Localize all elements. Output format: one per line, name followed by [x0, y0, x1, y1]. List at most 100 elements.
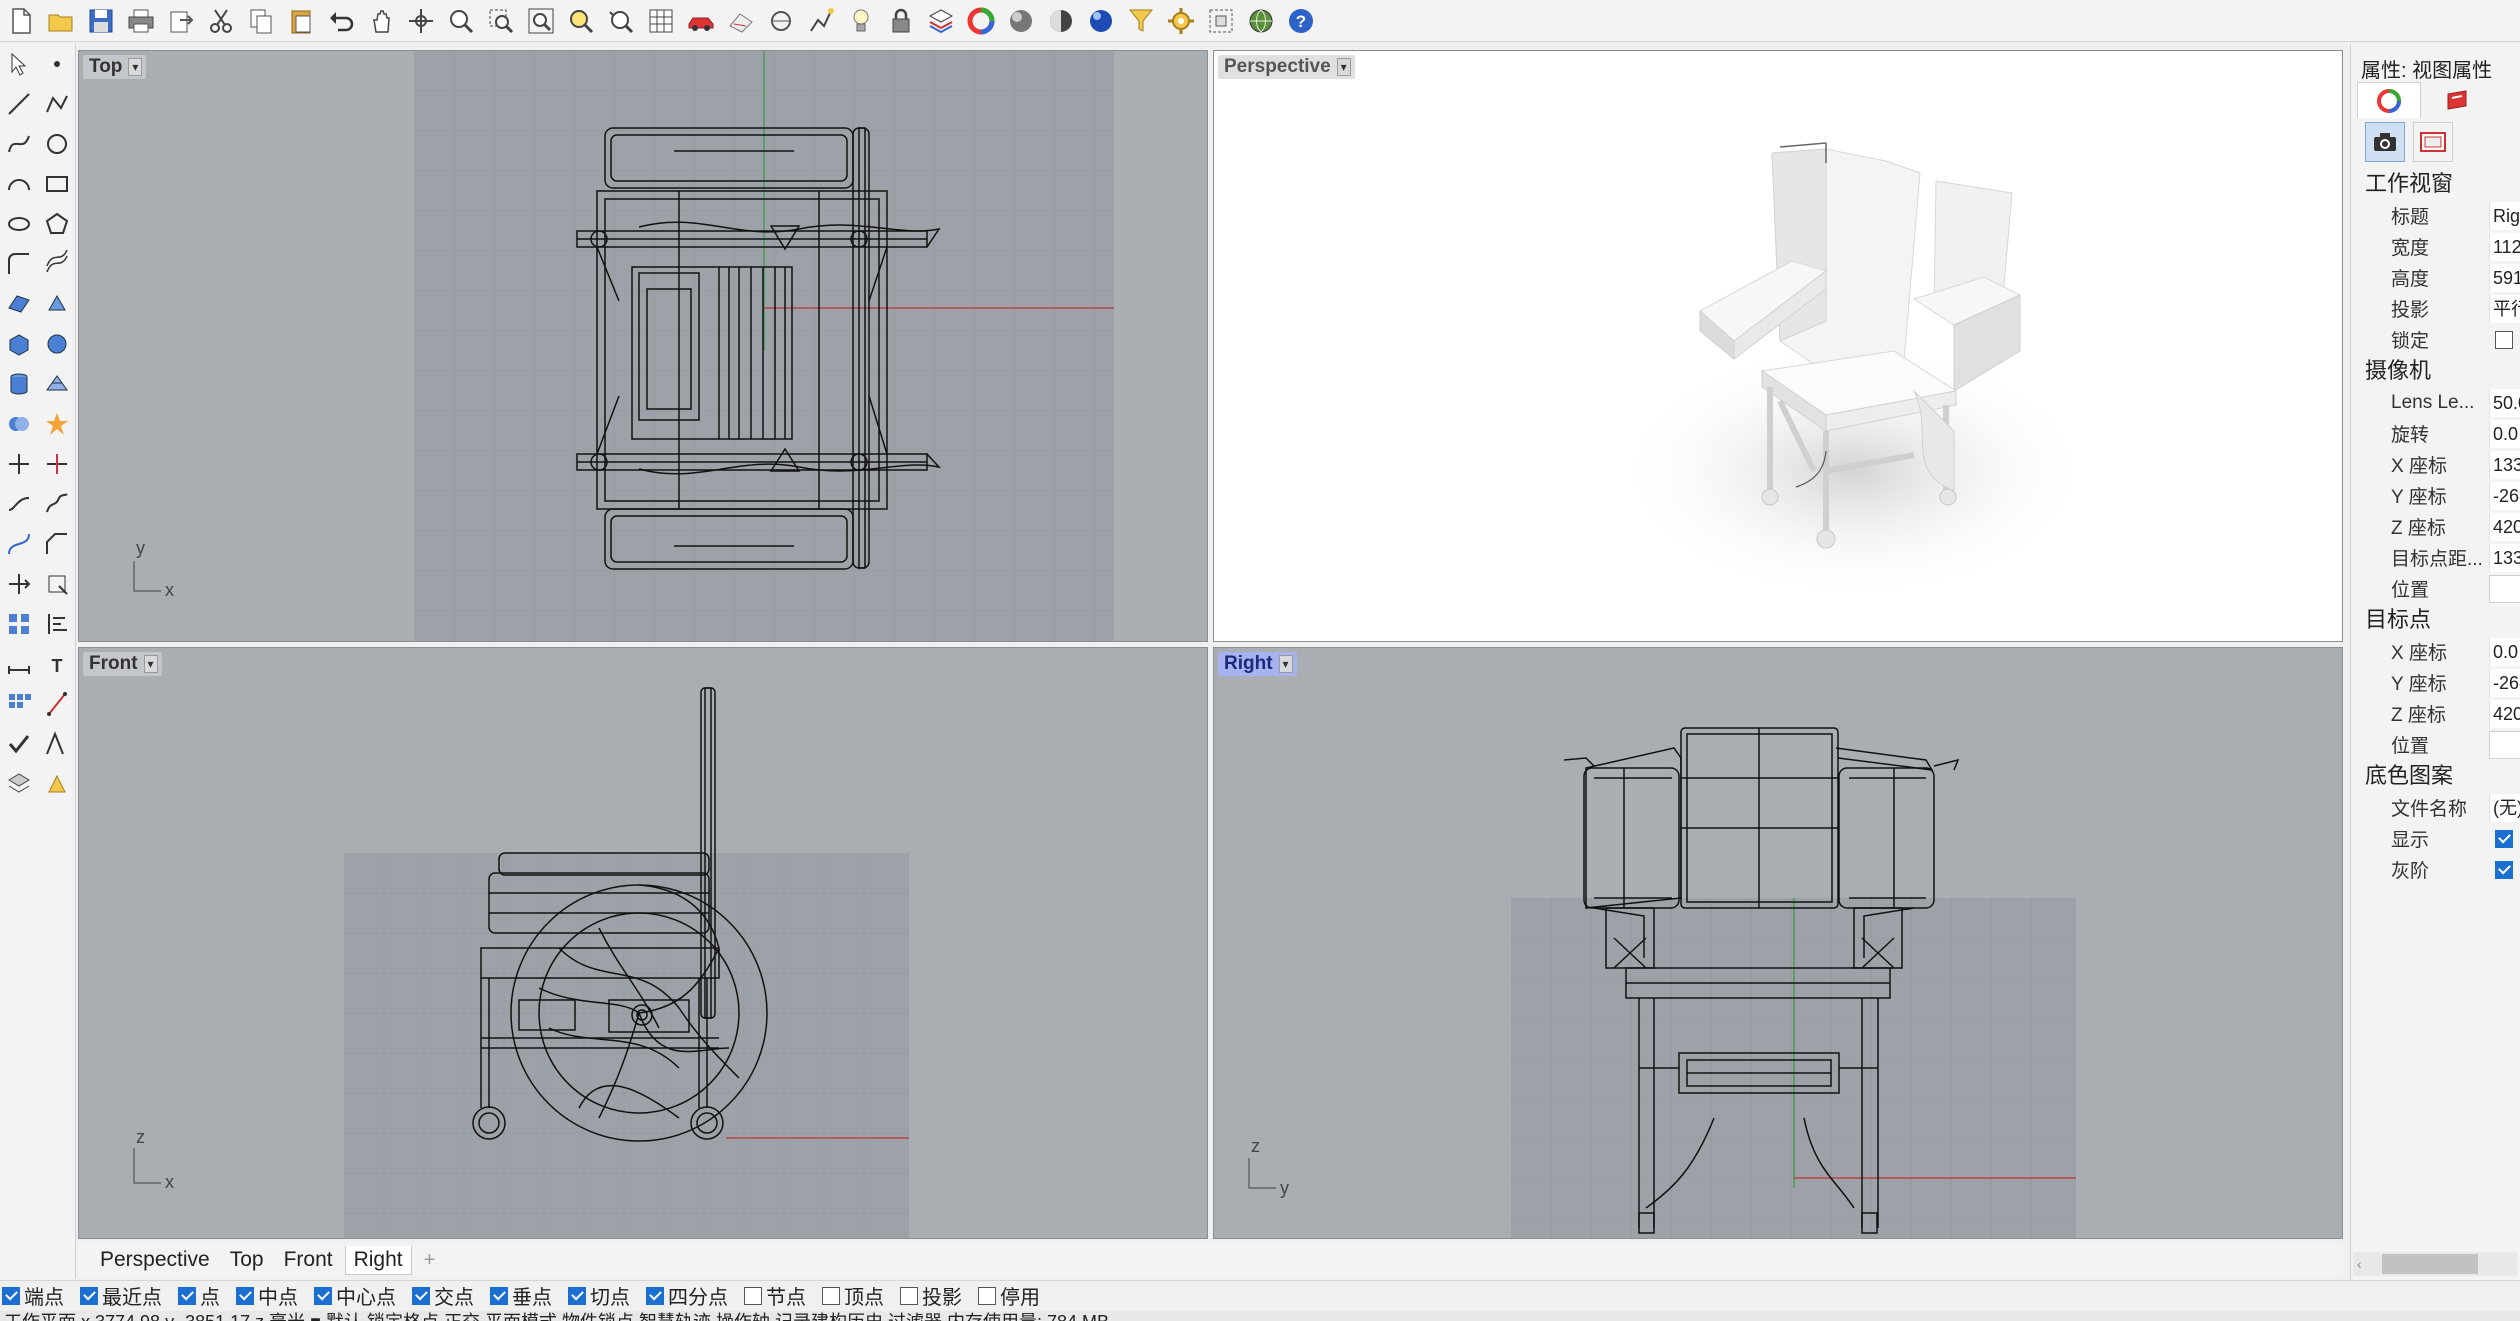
property-checkbox[interactable]	[2495, 860, 2513, 879]
explode-tool-button[interactable]	[38, 404, 76, 444]
cylinder-tool-button[interactable]	[0, 364, 38, 404]
add-viewport-tab-icon[interactable]: +	[416, 1249, 444, 1272]
property-position-button[interactable]	[2489, 730, 2520, 759]
help-button[interactable]: ?	[1282, 2, 1319, 39]
open-file-button[interactable]	[42, 2, 79, 39]
snap-settings-button[interactable]	[802, 2, 839, 39]
polygon-tool-button[interactable]	[38, 204, 76, 244]
shaded-display-button[interactable]	[1002, 2, 1039, 39]
property-value-field[interactable]: 420	[2489, 512, 2520, 541]
box-tool-button[interactable]	[0, 324, 38, 364]
osnap-item[interactable]: 切点	[568, 1281, 630, 1310]
viewport-label-perspective[interactable]: Perspective ▾	[1218, 55, 1355, 79]
osnap-checkbox[interactable]	[744, 1286, 762, 1305]
rotate-view-button[interactable]	[402, 2, 439, 39]
viewport-tab-perspective[interactable]: Perspective	[92, 1246, 218, 1274]
join-tool-button[interactable]	[0, 484, 38, 524]
viewport-label-top[interactable]: Top ▾	[83, 55, 147, 79]
color-wheel-button[interactable]	[962, 2, 999, 39]
scale-tool-button[interactable]	[38, 564, 76, 604]
rebuild-tool-button[interactable]	[38, 484, 76, 524]
osnap-item[interactable]: 投影	[900, 1281, 962, 1310]
osnap-item[interactable]: 点	[178, 1281, 220, 1310]
light-button[interactable]	[842, 2, 879, 39]
property-value-field[interactable]: 0.0	[2489, 637, 2520, 666]
osnap-item[interactable]: 中心点	[314, 1281, 396, 1310]
globe-button[interactable]	[1242, 2, 1279, 39]
zoom-button[interactable]	[442, 2, 479, 39]
text-tool-button[interactable]: T	[38, 644, 76, 684]
undo-view-button[interactable]	[602, 2, 639, 39]
osnap-checkbox[interactable]	[490, 1286, 508, 1305]
property-value-field[interactable]: (无)	[2489, 793, 2520, 822]
save-button[interactable]	[82, 2, 119, 39]
line-tool-button[interactable]	[0, 84, 38, 124]
property-value-field[interactable]: -268	[2489, 481, 2520, 510]
ellipse-tool-button[interactable]	[0, 204, 38, 244]
viewport-menu-caret-icon[interactable]: ▾	[1278, 655, 1293, 673]
property-value-field[interactable]: 1339	[2489, 543, 2520, 572]
rendered-display-button[interactable]	[1042, 2, 1079, 39]
select-arrow-tool-button[interactable]	[0, 44, 38, 84]
viewport-right[interactable]: z y Right ▾	[1213, 647, 2343, 1239]
property-value-field[interactable]: -268	[2489, 668, 2520, 697]
filter-button[interactable]	[1122, 2, 1159, 39]
array-tool-button[interactable]	[0, 604, 38, 644]
render-tool-tool-button[interactable]	[38, 764, 76, 804]
distance-tool-button[interactable]	[38, 684, 76, 724]
zoom-extents-button[interactable]	[522, 2, 559, 39]
viewport-label-front[interactable]: Front ▾	[83, 652, 162, 676]
viewport-tab-front[interactable]: Front	[276, 1246, 341, 1274]
grid-array-tool-button[interactable]	[0, 684, 38, 724]
osnap-item[interactable]: 节点	[744, 1281, 806, 1310]
osnap-checkbox[interactable]	[978, 1286, 996, 1305]
property-value-field[interactable]: 平行	[2489, 294, 2520, 323]
property-value-field[interactable]: 1339	[2489, 450, 2520, 479]
mesh-tool-button[interactable]	[38, 364, 76, 404]
move-tool-button[interactable]	[0, 564, 38, 604]
offset-curve-tool-button[interactable]	[38, 244, 76, 284]
osnap-item[interactable]: 最近点	[80, 1281, 162, 1310]
select-points-button[interactable]	[762, 2, 799, 39]
scroll-thumb[interactable]	[2381, 1254, 2478, 1274]
pan-button[interactable]	[362, 2, 399, 39]
copy-button[interactable]	[242, 2, 279, 39]
viewport-front[interactable]: z x Front ▾	[78, 647, 1208, 1239]
viewport-tab-top[interactable]: Top	[222, 1246, 272, 1274]
property-value-field[interactable]: 1129	[2489, 232, 2520, 261]
import-button[interactable]	[162, 2, 199, 39]
osnap-item[interactable]: 四分点	[646, 1281, 728, 1310]
property-checkbox[interactable]	[2495, 330, 2513, 349]
properties-section-header[interactable]: 底色图案	[2351, 760, 2520, 792]
osnap-checkbox[interactable]	[80, 1286, 98, 1305]
material-tab[interactable]	[2357, 82, 2421, 118]
properties-section-header[interactable]: 工作视窗	[2351, 168, 2520, 200]
dimension-tool-button[interactable]	[0, 644, 38, 684]
property-value-field[interactable]: 0.0	[2489, 419, 2520, 448]
grid-options-button[interactable]	[642, 2, 679, 39]
viewport-label-right[interactable]: Right ▾	[1218, 652, 1297, 676]
snapshot-button[interactable]	[1202, 2, 1239, 39]
property-value-field[interactable]: 591	[2489, 263, 2520, 292]
layer-button[interactable]	[922, 2, 959, 39]
align-tool-button[interactable]	[38, 604, 76, 644]
viewport-menu-caret-icon[interactable]: ▾	[1336, 58, 1351, 76]
viewport-tab-right[interactable]: Right	[344, 1245, 412, 1275]
camera-subtab[interactable]	[2365, 122, 2405, 162]
properties-section-header[interactable]: 摄像机	[2351, 355, 2520, 387]
sphere-render-button[interactable]	[1082, 2, 1119, 39]
surface-tool-button[interactable]	[0, 284, 38, 324]
print-button[interactable]	[122, 2, 159, 39]
zoom-selected-button[interactable]	[562, 2, 599, 39]
osnap-checkbox[interactable]	[412, 1286, 430, 1305]
viewport-perspective[interactable]: Perspective ▾	[1213, 50, 2343, 642]
osnap-checkbox[interactable]	[236, 1286, 254, 1305]
paste-button[interactable]	[282, 2, 319, 39]
osnap-checkbox[interactable]	[178, 1286, 196, 1305]
zoom-window-button[interactable]	[482, 2, 519, 39]
osnap-item[interactable]: 停用	[978, 1281, 1040, 1310]
settings-gear-button[interactable]	[1162, 2, 1199, 39]
polyline-tool-button[interactable]	[38, 84, 76, 124]
layer-tool-tool-button[interactable]	[0, 764, 38, 804]
car-render-button[interactable]	[682, 2, 719, 39]
